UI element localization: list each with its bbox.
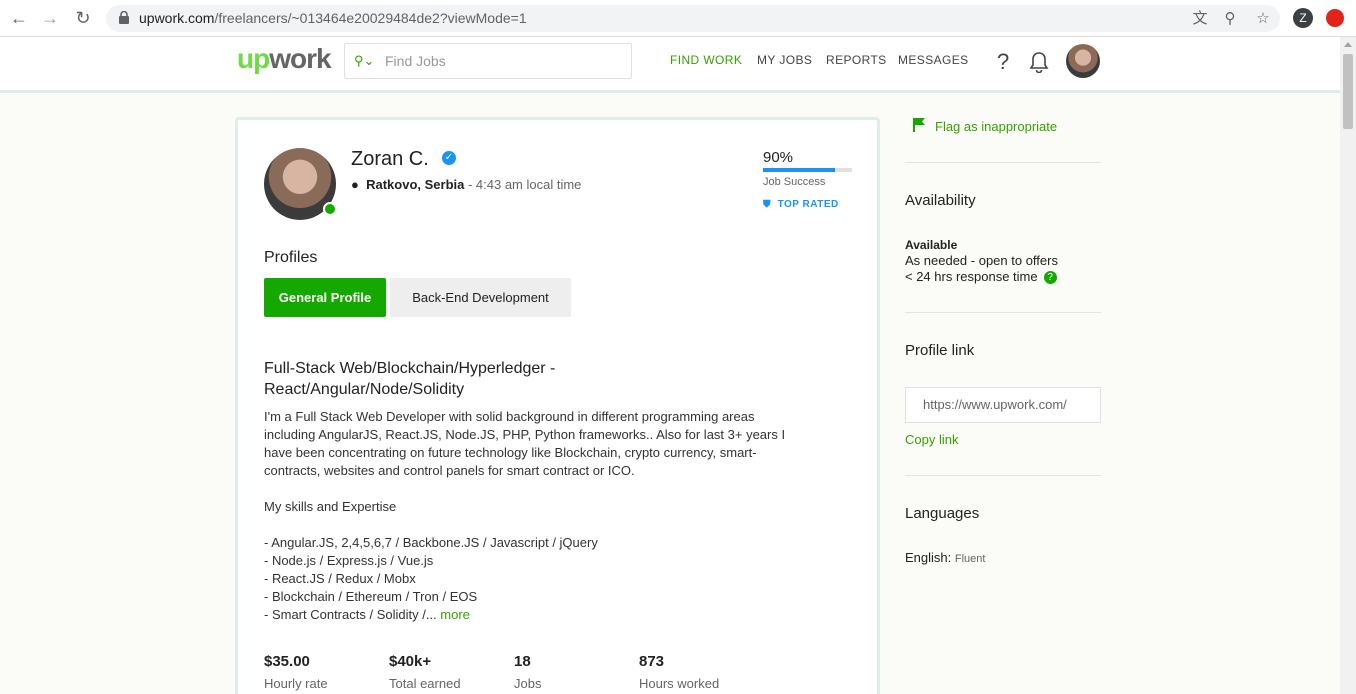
nav-messages[interactable]: MESSAGES <box>898 53 969 67</box>
extension-icon[interactable] <box>1326 9 1344 27</box>
language-item: English: Fluent <box>905 550 986 565</box>
nav-find-work[interactable]: FIND WORK <box>670 53 742 67</box>
reload-icon[interactable]: ↻ <box>72 7 94 29</box>
stat-jobs: 18 Jobs <box>514 653 542 691</box>
bookmark-star-icon[interactable]: ☆ <box>1253 9 1273 29</box>
languages-heading: Languages <box>905 505 980 522</box>
lock-icon <box>119 11 129 24</box>
copy-link-button[interactable]: Copy link <box>905 432 958 447</box>
forward-icon[interactable]: → <box>39 7 61 29</box>
scroll-up-arrow-icon[interactable] <box>1344 42 1352 47</box>
browser-toolbar: ← → ↻ upwork.com/freelancers/~013464e200… <box>0 0 1356 37</box>
profile-link-field[interactable]: https://www.upwork.com/ <box>905 387 1101 423</box>
user-avatar[interactable] <box>1066 44 1100 78</box>
divider <box>905 475 1101 476</box>
nav-reports[interactable]: REPORTS <box>826 53 887 67</box>
response-time: < 24 hrs response time? <box>905 269 1057 284</box>
stat-hours-worked: 873 Hours worked <box>639 653 720 691</box>
browser-profile-avatar[interactable]: Z <box>1293 8 1313 28</box>
profile-title: Full-Stack Web/Blockchain/Hyperledger - … <box>264 360 556 398</box>
search-placeholder: Find Jobs <box>385 53 446 69</box>
url-text: upwork.com/freelancers/~013464e20029484d… <box>139 10 527 26</box>
nav-my-jobs[interactable]: MY JOBS <box>757 53 812 67</box>
help-circle-icon[interactable]: ? <box>1043 271 1057 284</box>
tab-back-end-development[interactable]: Back-End Development <box>390 278 571 317</box>
upwork-logo[interactable]: upwork <box>237 43 332 75</box>
more-link[interactable]: more <box>440 607 470 622</box>
top-rated-badge: ⛊ TOP RATED <box>763 199 839 210</box>
zoom-icon[interactable]: ⚲ <box>1220 9 1240 29</box>
freelancer-name: Zoran C. <box>351 148 429 170</box>
help-icon[interactable]: ? <box>997 49 1009 75</box>
verified-icon: ✓ <box>442 151 456 165</box>
scrollbar-thumb[interactable] <box>1343 54 1353 129</box>
flag-as-inappropriate-link[interactable]: Flag as inappropriate <box>935 119 1057 134</box>
flag-icon[interactable] <box>913 118 925 132</box>
stat-total-earned: $40k+ Total earned <box>389 653 461 691</box>
availability-heading: Availability <box>905 192 976 209</box>
profile-link-heading: Profile link <box>905 342 975 359</box>
search-icon[interactable]: ⚲⌄ <box>354 53 374 69</box>
profile-card: Zoran C. ✓ ● Ratkovo, Serbia - 4:43 am l… <box>235 117 880 694</box>
availability-status: Available <box>905 238 958 252</box>
site-header: upwork ⚲⌄ Find Jobs FIND WORK MY JOBS RE… <box>0 37 1340 93</box>
job-success-bar <box>763 168 852 172</box>
profiles-heading: Profiles <box>264 249 318 266</box>
page-scrollbar[interactable] <box>1340 37 1356 694</box>
profile-description: I'm a Full Stack Web Developer with soli… <box>264 409 786 622</box>
divider <box>905 162 1101 163</box>
shield-icon: ⛊ <box>763 199 771 210</box>
search-input[interactable]: ⚲⌄ Find Jobs <box>344 43 632 79</box>
location-pin-icon: ● <box>351 177 359 192</box>
stat-hourly-rate: $35.00 Hourly rate <box>264 653 328 691</box>
tab-general-profile[interactable]: General Profile <box>264 278 386 317</box>
bell-icon[interactable] <box>1029 51 1049 73</box>
back-icon[interactable]: ← <box>8 7 30 29</box>
translate-icon[interactable]: 文 <box>1190 9 1210 29</box>
address-bar[interactable]: upwork.com/freelancers/~013464e20029484d… <box>106 5 1280 32</box>
availability-hours: As needed - open to offers <box>905 253 1058 268</box>
online-indicator <box>323 202 337 216</box>
job-success-value: 90% <box>763 149 794 166</box>
location: ● Ratkovo, Serbia - 4:43 am local time <box>351 177 582 192</box>
divider <box>905 312 1101 313</box>
job-success-label: Job Success <box>763 176 826 188</box>
